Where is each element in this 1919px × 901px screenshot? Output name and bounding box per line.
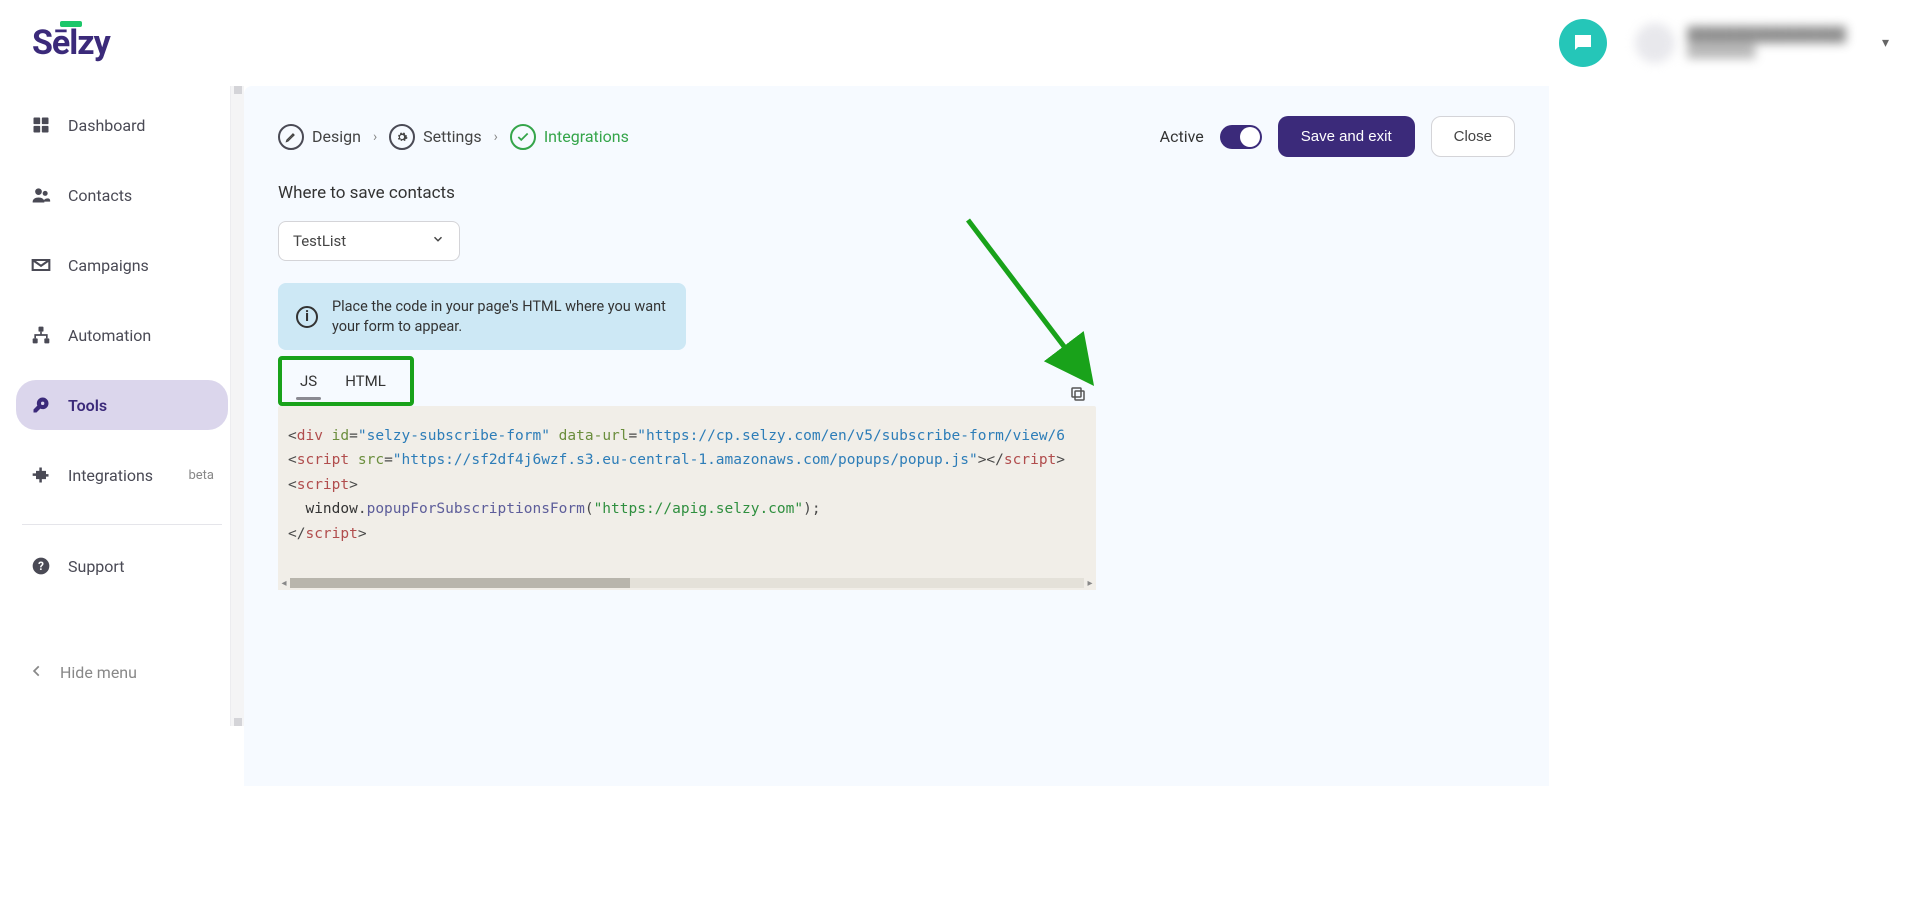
active-label: Active xyxy=(1160,127,1204,146)
dashboard-icon xyxy=(30,114,52,136)
breadcrumb: Design › Settings › Integrations xyxy=(278,124,629,150)
integrations-icon xyxy=(30,464,52,486)
breadcrumb-settings[interactable]: Settings xyxy=(389,124,481,150)
pencil-icon xyxy=(278,124,304,150)
sidebar-item-dashboard[interactable]: Dashboard xyxy=(16,100,228,150)
breadcrumb-label: Design xyxy=(312,127,361,146)
copy-button[interactable] xyxy=(1066,382,1090,406)
chevron-right-icon: › xyxy=(373,129,377,145)
gear-icon xyxy=(389,124,415,150)
sidebar-item-integrations[interactable]: Integrations beta xyxy=(16,450,228,500)
sidebar-item-label: Contacts xyxy=(68,186,132,205)
check-icon xyxy=(510,124,536,150)
tab-js[interactable]: JS xyxy=(286,364,331,400)
save-button[interactable]: Save and exit xyxy=(1278,116,1415,157)
chevron-right-icon: › xyxy=(494,129,498,145)
sidebar-item-automation[interactable]: Automation xyxy=(16,310,228,360)
section-title: Where to save contacts xyxy=(278,183,1515,203)
breadcrumb-label: Settings xyxy=(423,127,481,146)
help-icon: ? xyxy=(30,555,52,577)
breadcrumb-label: Integrations xyxy=(544,127,629,146)
sidebar-item-label: Integrations xyxy=(68,466,153,485)
list-select[interactable]: TestList xyxy=(278,221,460,261)
code-tabs-highlight: JS HTML xyxy=(278,356,414,406)
info-icon: i xyxy=(296,306,318,328)
sidebar-item-label: Support xyxy=(68,557,124,576)
campaigns-icon xyxy=(30,254,52,276)
close-button[interactable]: Close xyxy=(1431,116,1515,157)
scroll-left-icon[interactable]: ◂ xyxy=(278,578,290,589)
hide-menu-label: Hide menu xyxy=(60,663,137,682)
logo[interactable]: Sēlzy xyxy=(32,23,110,63)
beta-badge: beta xyxy=(188,468,214,483)
sidebar-item-tools[interactable]: Tools xyxy=(16,380,228,430)
info-callout: i Place the code in your page's HTML whe… xyxy=(278,283,686,350)
user-name: ████████████████ xyxy=(1687,27,1846,44)
sidebar-item-label: Campaigns xyxy=(68,256,149,275)
sidebar-scrollbar[interactable] xyxy=(230,86,244,726)
contacts-icon xyxy=(30,184,52,206)
annotation-arrow xyxy=(958,210,1118,400)
code-block: <div id="selzy-subscribe-form" data-url=… xyxy=(278,406,1096,590)
divider xyxy=(22,524,222,525)
automation-icon xyxy=(30,324,52,346)
sidebar-item-label: Tools xyxy=(68,396,107,415)
chevron-down-icon xyxy=(431,232,445,250)
svg-text:?: ? xyxy=(38,559,44,573)
tools-icon xyxy=(30,394,52,416)
code-horizontal-scrollbar[interactable]: ◂ ▸ xyxy=(278,576,1096,590)
avatar xyxy=(1635,23,1675,63)
breadcrumb-integrations[interactable]: Integrations xyxy=(510,124,629,150)
sidebar-item-support[interactable]: ? Support xyxy=(16,541,228,591)
logo-text: Sēlzy xyxy=(32,23,110,63)
sidebar-item-campaigns[interactable]: Campaigns xyxy=(16,240,228,290)
sidebar-item-label: Automation xyxy=(68,326,151,345)
hide-menu-button[interactable]: Hide menu xyxy=(16,651,228,694)
info-text: Place the code in your page's HTML where… xyxy=(332,297,668,336)
list-select-value: TestList xyxy=(293,232,346,250)
chevron-down-icon[interactable]: ▾ xyxy=(1882,35,1889,51)
tab-html[interactable]: HTML xyxy=(331,364,400,400)
active-toggle[interactable] xyxy=(1220,125,1262,149)
user-menu[interactable]: ████████████████ ████████ xyxy=(1635,23,1846,63)
scroll-right-icon[interactable]: ▸ xyxy=(1084,578,1096,589)
breadcrumb-design[interactable]: Design xyxy=(278,124,361,150)
chat-icon[interactable] xyxy=(1559,19,1607,67)
sidebar-item-label: Dashboard xyxy=(68,116,145,135)
sidebar-item-contacts[interactable]: Contacts xyxy=(16,170,228,220)
user-sub: ████████ xyxy=(1687,44,1846,58)
chevron-left-icon xyxy=(30,663,44,682)
